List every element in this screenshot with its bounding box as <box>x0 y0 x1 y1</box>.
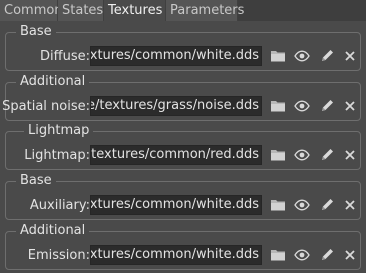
pencil-icon[interactable] <box>318 196 336 214</box>
texture-row-lightmap: Lightmap: ‎/core/textures/common/red.dds… <box>6 145 360 167</box>
group-lightmap: Lightmap Lightmap: ‎/core/textures/commo… <box>5 122 361 170</box>
texture-label: Emission: <box>27 248 90 263</box>
tab-parameters[interactable]: Parameters <box>166 0 244 21</box>
texture-path-field[interactable]: ‎/textures/common/white.dds‎ <box>90 195 262 215</box>
texture-label: Auxiliary: <box>29 198 90 213</box>
group-base-diffuse: Base Diffuse: ‎/textures/common/white.dd… <box>5 23 361 71</box>
eye-icon[interactable] <box>293 196 311 214</box>
folder-icon[interactable] <box>269 246 287 264</box>
folder-icon[interactable] <box>269 146 287 164</box>
close-icon[interactable] <box>341 47 359 65</box>
texture-path-field[interactable]: ‎/core/textures/common/red.dds‎ <box>90 145 262 165</box>
texture-row-emission: Emission: ‎/textures/common/white.dds‎ <box>6 245 360 267</box>
texture-path-field[interactable]: ‎/core/textures/grass/noise.dds‎ <box>90 96 262 116</box>
close-icon[interactable] <box>341 97 359 115</box>
group-title: Additional <box>16 73 90 91</box>
texture-row-diffuse: Diffuse: ‎/textures/common/white.dds‎ <box>6 46 360 68</box>
group-title: Base <box>16 172 56 190</box>
eye-icon[interactable] <box>293 246 311 264</box>
folder-icon[interactable] <box>269 47 287 65</box>
group-title: Base <box>16 23 56 41</box>
folder-icon[interactable] <box>269 97 287 115</box>
texture-row-auxiliary: Auxiliary: ‎/textures/common/white.dds‎ <box>6 195 360 217</box>
group-additional-emission: Additional Emission: ‎/textures/common/w… <box>5 222 361 270</box>
texture-label: Spatial noise: <box>2 99 90 114</box>
folder-icon[interactable] <box>269 196 287 214</box>
group-additional-spatial-noise: Additional Spatial noise: ‎/core/texture… <box>2 73 361 121</box>
group-base-auxiliary: Base Auxiliary: ‎/textures/common/white.… <box>5 172 361 220</box>
close-icon[interactable] <box>341 146 359 164</box>
tab-textures[interactable]: Textures <box>104 0 166 21</box>
textures-page: Base Diffuse: ‎/textures/common/white.dd… <box>0 21 366 273</box>
texture-path-field[interactable]: ‎/textures/common/white.dds‎ <box>90 245 262 265</box>
close-icon[interactable] <box>341 196 359 214</box>
pencil-icon[interactable] <box>318 47 336 65</box>
texture-row-spatial-noise: Spatial noise: ‎/core/textures/grass/noi… <box>2 96 360 118</box>
pencil-icon[interactable] <box>318 246 336 264</box>
texture-label: Lightmap: <box>24 148 90 163</box>
texture-path-field[interactable]: ‎/textures/common/white.dds‎ <box>90 46 262 66</box>
close-icon[interactable] <box>341 246 359 264</box>
group-title: Additional <box>16 222 90 240</box>
tab-common[interactable]: Common <box>0 0 63 21</box>
pencil-icon[interactable] <box>318 97 336 115</box>
tab-states[interactable]: States <box>58 0 104 21</box>
eye-icon[interactable] <box>293 47 311 65</box>
eye-icon[interactable] <box>293 97 311 115</box>
texture-label: Diffuse: <box>40 49 90 64</box>
pencil-icon[interactable] <box>318 146 336 164</box>
group-title: Lightmap <box>24 122 94 140</box>
tab-bar: Common States Textures Parameters <box>0 0 366 21</box>
eye-icon[interactable] <box>293 146 311 164</box>
